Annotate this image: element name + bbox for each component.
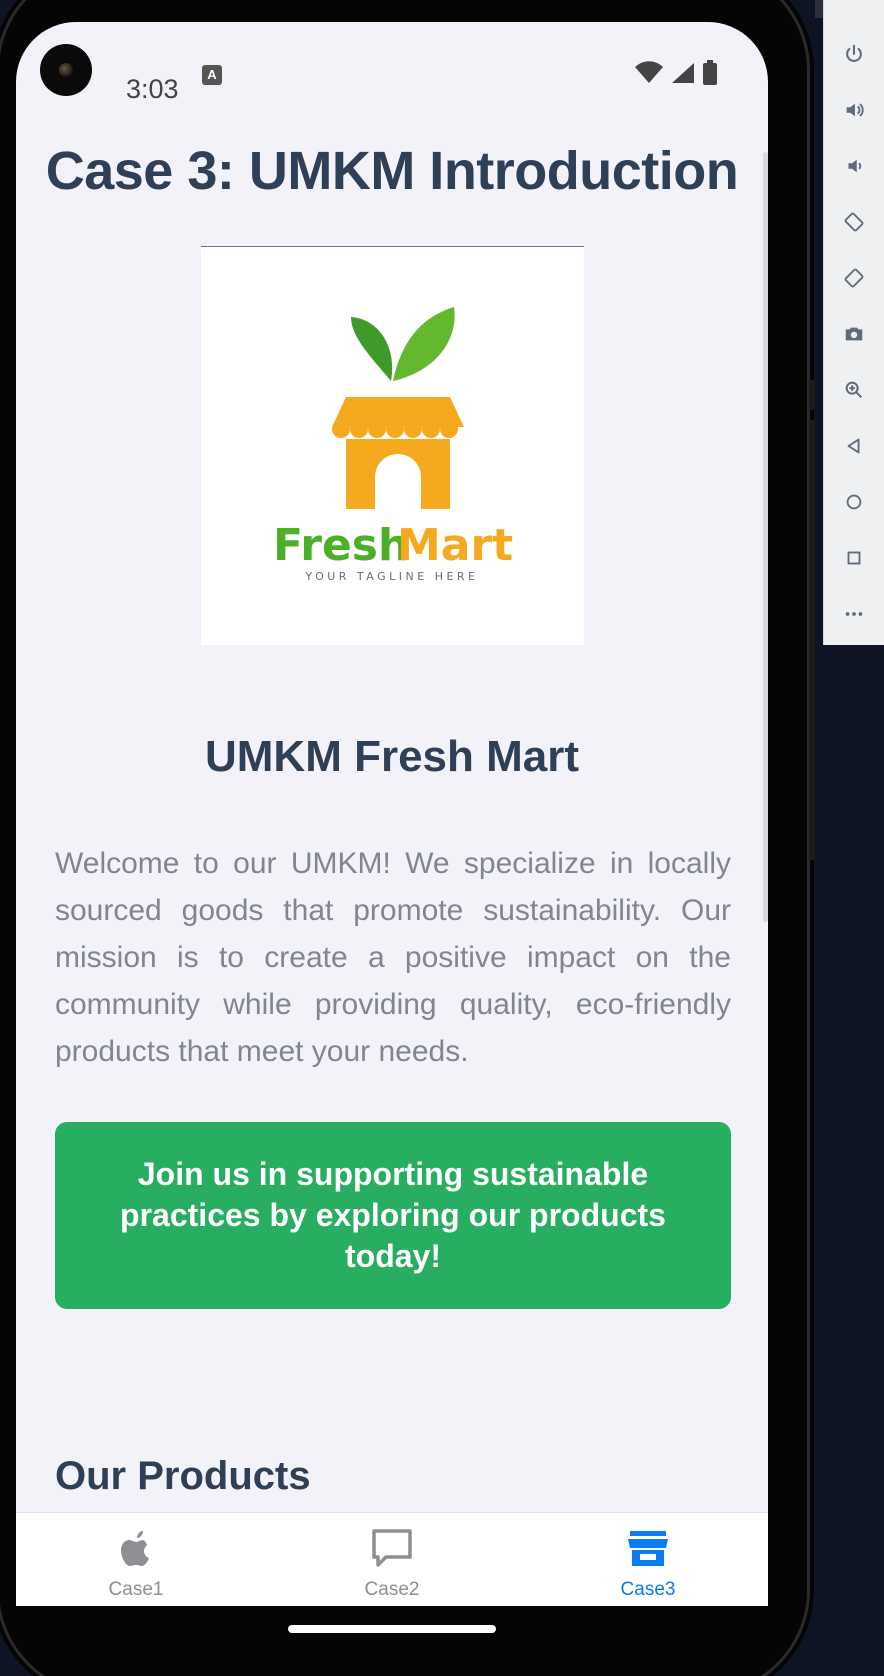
rotate-right-icon[interactable] [838,262,870,294]
tab-case1[interactable]: Case1 [16,1513,256,1606]
zoom-icon[interactable] [838,374,870,406]
more-icon[interactable] [838,598,870,630]
products-heading: Our Products [55,1454,311,1498]
logo-tagline: YOUR TAGLINE HERE [304,570,478,583]
scrollbar[interactable] [763,152,768,922]
tab-label: Case2 [364,1579,420,1600]
volume-rocker [809,420,815,860]
front-camera [40,44,92,96]
store-building [346,439,450,509]
left-leaf-icon [351,317,393,381]
status-bar: 3:03 A [16,22,768,118]
tab-label: Case1 [108,1579,164,1600]
store-icon [528,1527,768,1571]
store-name-heading: UMKM Fresh Mart [204,732,580,781]
store-logo-image: Fresh Mart YOUR TAGLINE HERE [201,246,584,645]
emulator-toolbar [823,0,884,645]
logo-brand-mart: Mart [397,520,513,571]
back-icon[interactable] [838,430,870,462]
chat-bubble-icon [272,1527,512,1571]
freshmart-logo: Fresh Mart YOUR TAGLINE HERE [273,307,513,583]
battery-icon [703,60,717,85]
home-icon[interactable] [838,486,870,518]
system-icons [634,60,718,86]
apple-icon [16,1527,256,1571]
tab-case2[interactable]: Case2 [272,1513,512,1606]
volume-up-icon[interactable] [838,94,870,126]
store-description: Welcome to our UMKM! We specialize in lo… [55,847,731,1068]
overview-icon[interactable] [838,542,870,574]
page-title: Case 3: UMKM Introduction [45,141,739,201]
camera-icon[interactable] [838,318,870,350]
tab-case3[interactable]: Case3 [528,1513,768,1606]
wifi-icon [635,61,663,83]
side-button [809,380,815,410]
status-time: 3:03 [126,74,179,104]
right-leaf-icon [393,307,455,381]
notification-badge-icon: A [202,65,222,85]
tab-label: Case3 [620,1579,676,1600]
cta-banner[interactable]: Join us in supporting sustainable practi… [55,1122,731,1309]
cta-text: Join us in supporting sustainable practi… [120,1156,666,1274]
signal-icon [672,63,694,83]
emulator-window: – × [0,0,884,1676]
home-indicator[interactable] [288,1625,496,1633]
device-screen: 3:03 A Case 3: UMKM Introduction Fresh M… [16,22,768,1606]
bottom-tab-bar: Case1 Case2 Case3 [16,1512,768,1606]
rotate-left-icon[interactable] [838,206,870,238]
logo-brand-fresh: Fresh [273,520,409,571]
volume-down-icon[interactable] [838,150,870,182]
power-icon[interactable] [838,38,870,70]
